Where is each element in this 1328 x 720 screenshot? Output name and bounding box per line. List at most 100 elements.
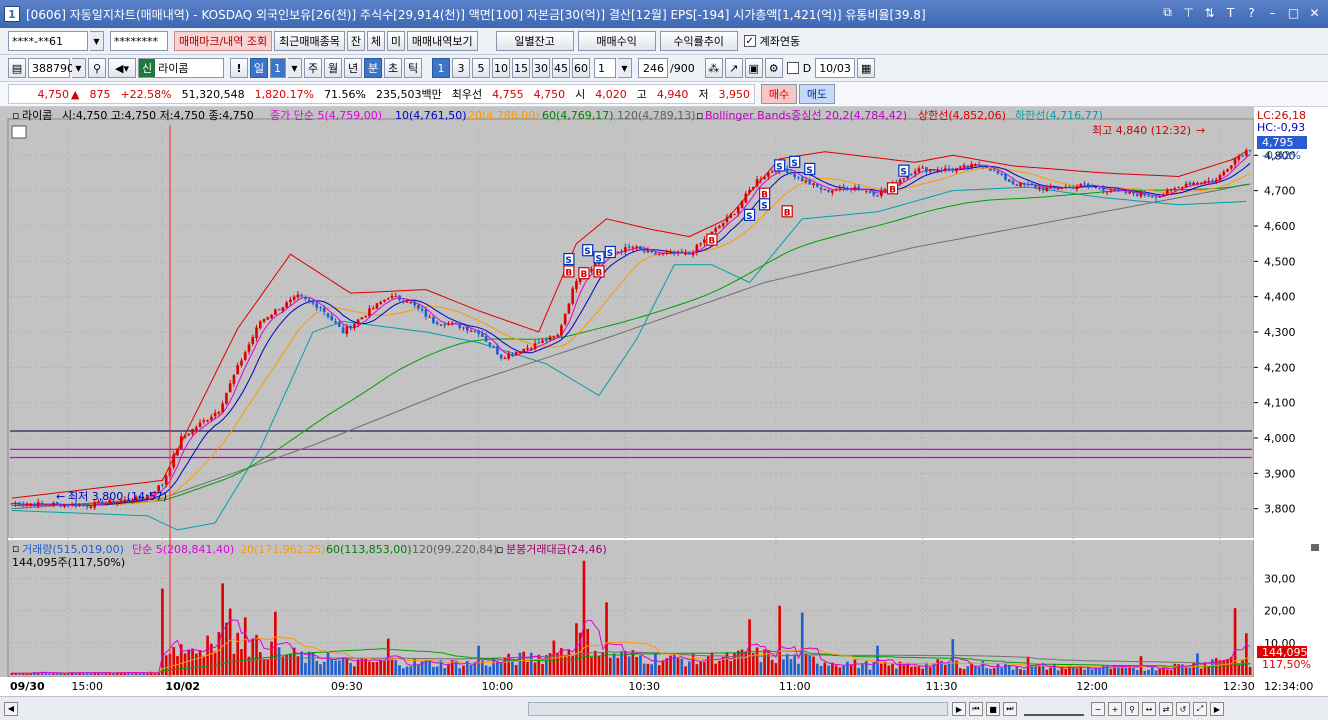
volume-bar xyxy=(1000,668,1004,675)
candle-body xyxy=(371,308,375,310)
minimize-icon[interactable]: – xyxy=(1265,5,1280,20)
new-listing-badge: 신 xyxy=(139,59,156,77)
zoom-slider[interactable] xyxy=(1024,702,1084,716)
chart-canvas[interactable]: B B BBBBBSSSSSSS SS S 4,8004,7004,6004,5004,… xyxy=(0,107,1328,696)
executed-button[interactable]: 체 xyxy=(366,31,385,51)
indicator-icon[interactable]: ⁂ xyxy=(704,58,723,78)
volume-bar xyxy=(763,649,766,675)
candle-body xyxy=(1229,165,1233,169)
pane-collapse-icon[interactable] xyxy=(1311,544,1319,551)
period-day-dropdown[interactable]: ▼ xyxy=(288,58,302,78)
open-label: 시 xyxy=(575,88,586,101)
settings-icon[interactable]: ⚙ xyxy=(764,58,783,78)
interval-30-button[interactable]: 30 xyxy=(532,58,550,78)
trade-profit-button[interactable]: 매매수익 xyxy=(577,31,656,51)
period-year-button[interactable]: 년 xyxy=(344,58,362,78)
unexecuted-button[interactable]: 미 xyxy=(386,31,405,51)
horizontal-scrollbar-thumb[interactable] xyxy=(528,702,948,716)
zoom-in-icon[interactable]: + xyxy=(1108,702,1122,716)
last-page-icon[interactable]: ⏭ xyxy=(1003,702,1017,716)
volume-bar xyxy=(1075,668,1079,675)
period-week-button[interactable]: 주 xyxy=(304,58,322,78)
account-link-checkbox[interactable]: ✓ xyxy=(743,35,756,47)
period-month-button[interactable]: 월 xyxy=(324,58,342,78)
speaker-icon[interactable]: ◀▾ xyxy=(108,58,136,78)
volume-bar xyxy=(1019,669,1022,675)
alert-icon[interactable]: ! xyxy=(230,58,248,78)
expand-icon[interactable]: ⤢ xyxy=(1193,702,1207,716)
sell-button[interactable]: 매도 xyxy=(799,84,835,104)
volume-bar xyxy=(887,665,891,675)
interval-45-button[interactable]: 45 xyxy=(552,58,570,78)
recent-trades-button[interactable]: 최근매매종목 xyxy=(274,31,345,51)
candle-body xyxy=(1237,156,1241,160)
date-input[interactable]: 10/03 xyxy=(815,58,856,78)
chart-area[interactable]: BBBBBBBSSSSSSSSSS 4,800 4,700 4,600 4,500 4,… xyxy=(0,107,1328,696)
close-icon[interactable]: ✕ xyxy=(1307,5,1322,20)
magnifier-icon[interactable]: ⚲ xyxy=(1125,702,1139,716)
stock-code-input[interactable]: 388790 xyxy=(28,58,74,78)
period-second-button[interactable]: 초 xyxy=(384,58,402,78)
account-input[interactable]: ****-**61 xyxy=(8,31,88,51)
period-day-count[interactable]: 1 xyxy=(270,58,286,78)
reset-icon[interactable]: ↺ xyxy=(1176,702,1190,716)
balance-button[interactable]: 잔 xyxy=(346,31,365,51)
stock-name-field[interactable]: 신 라이콤 xyxy=(138,58,224,78)
restore-layout-icon[interactable]: ⧉ xyxy=(1160,5,1175,20)
candle-body xyxy=(413,301,416,306)
fit-icon[interactable]: ↔ xyxy=(1142,702,1156,716)
candle-body xyxy=(296,294,300,298)
candle-body xyxy=(67,505,70,507)
pin-icon[interactable]: ⊤ xyxy=(1181,5,1196,20)
trade-mark-query-button[interactable]: 매매마크/내역 조회 xyxy=(174,31,273,51)
scroll-left-icon[interactable]: ◀ xyxy=(4,701,18,716)
stop-icon[interactable]: ■ xyxy=(986,702,1000,716)
interval-10-button[interactable]: 10 xyxy=(492,58,510,78)
window-number[interactable]: 1 xyxy=(4,6,20,22)
candle-body xyxy=(966,165,970,168)
price-change: 875 xyxy=(89,87,111,101)
custom-interval-dropdown[interactable]: ▼ xyxy=(618,58,632,78)
interval-3-button[interactable]: 3 xyxy=(452,58,470,78)
volume-bar xyxy=(360,657,364,675)
period-day-button[interactable]: 일 xyxy=(250,58,268,78)
grid-toggle-icon[interactable] xyxy=(11,125,27,139)
buy-button[interactable]: 매수 xyxy=(761,84,797,104)
save-icon[interactable]: ▣ xyxy=(744,58,763,78)
layout-icon[interactable]: ▤ xyxy=(8,58,26,78)
maximize-icon[interactable]: □ xyxy=(1286,5,1301,20)
custom-interval-input[interactable]: 1 xyxy=(594,58,616,78)
candle-body xyxy=(176,448,179,456)
search-icon[interactable]: ⚲ xyxy=(88,58,106,78)
return-trend-button[interactable]: 수익률추이 xyxy=(659,31,738,51)
bar-count-input[interactable]: 246 xyxy=(638,58,668,78)
period-tick-button[interactable]: 틱 xyxy=(404,58,422,78)
calendar-icon[interactable]: ▦ xyxy=(857,58,876,78)
period-minute-button[interactable]: 분 xyxy=(364,58,382,78)
interval-5-button[interactable]: 5 xyxy=(472,58,490,78)
candle-body xyxy=(789,171,793,174)
interval-60-button[interactable]: 60 xyxy=(572,58,590,78)
font-size-icon[interactable]: T xyxy=(1223,5,1238,20)
draw-tool-icon[interactable]: ↗ xyxy=(724,58,743,78)
volume-bar xyxy=(774,663,778,675)
account-dropdown[interactable]: ▼ xyxy=(90,31,104,51)
volume-bar xyxy=(586,628,590,675)
interval-1-button[interactable]: 1 xyxy=(432,58,450,78)
password-input[interactable]: ******** xyxy=(110,31,168,51)
arrows-icon[interactable]: ⇅ xyxy=(1202,5,1217,20)
volume-bar xyxy=(108,673,112,675)
first-page-icon[interactable]: ⏮ xyxy=(969,702,983,716)
next-icon[interactable]: ▶ xyxy=(1210,702,1224,716)
scroll-right-icon[interactable]: ▶ xyxy=(952,702,966,716)
stock-code-dropdown[interactable]: ▼ xyxy=(72,58,86,78)
d-checkbox[interactable] xyxy=(786,62,799,74)
volume-bar xyxy=(345,657,349,675)
zoom-out-icon[interactable]: − xyxy=(1091,702,1105,716)
trade-history-button[interactable]: 매매내역보기 xyxy=(406,31,478,51)
help-icon[interactable]: ? xyxy=(1244,5,1259,20)
candle-body xyxy=(752,187,755,189)
interval-15-button[interactable]: 15 xyxy=(512,58,530,78)
daily-balance-button[interactable]: 일별잔고 xyxy=(495,31,574,51)
split-icon[interactable]: ⇄ xyxy=(1159,702,1173,716)
